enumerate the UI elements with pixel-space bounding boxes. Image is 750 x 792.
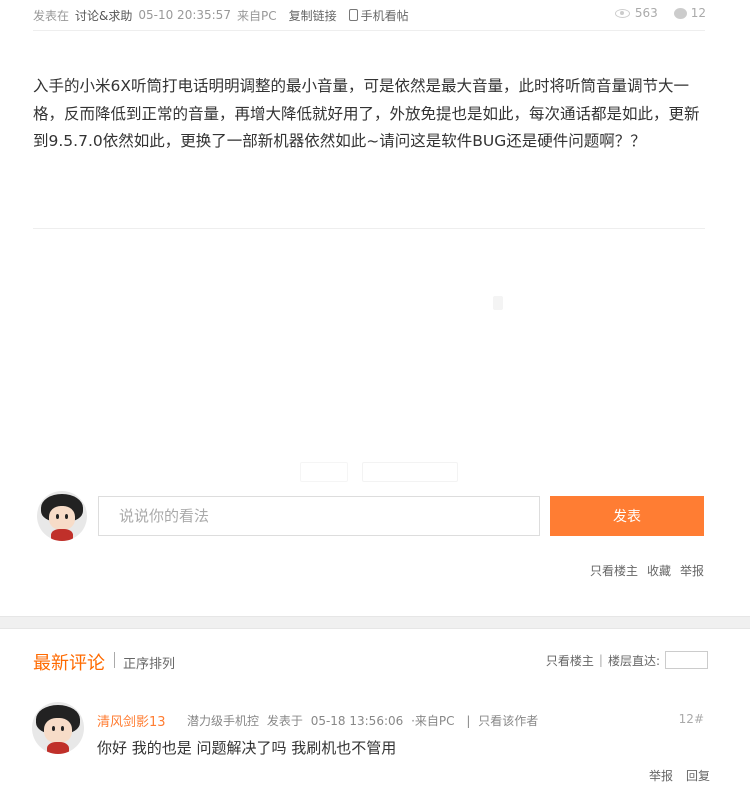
forum-link[interactable]: 讨论&求助: [75, 7, 132, 24]
only-op-filter[interactable]: 只看楼主: [546, 652, 594, 669]
copy-link-button[interactable]: 复制链接: [289, 7, 337, 24]
comments-title: 最新评论: [33, 653, 105, 674]
only-op-link[interactable]: 只看楼主: [590, 562, 638, 579]
comment-source: ·来自PC: [411, 714, 455, 728]
reply-count: 12: [690, 6, 706, 20]
post-meta: 发表在 讨论&求助 05-10 20:35:57 来自PC 复制链接 手机看帖: [33, 6, 415, 24]
title-separator: [114, 652, 115, 668]
mobile-view-link[interactable]: 手机看帖: [348, 7, 409, 24]
posted-label: 发表于: [266, 714, 303, 728]
floor-jump-input[interactable]: [665, 651, 708, 669]
comments-section: 最新评论 正序排列 只看楼主 | 楼层直达: 清风剑影13 潜力级手机控 发表于…: [0, 628, 750, 792]
faint-artifact: [493, 296, 503, 310]
current-user-avatar: [37, 491, 87, 541]
comment-bubble-icon: [673, 7, 687, 19]
phone-icon: [348, 8, 358, 21]
comment-text: 你好 我的也是 问题解决了吗 我刷机也不管用: [97, 739, 397, 757]
faint-artifact: [362, 462, 458, 482]
commenter-level: 潜力级手机控: [187, 714, 260, 728]
post-body: 入手的小米6X听筒打电话明明调整的最小音量，可是依然是最大音量，此时将听筒音量调…: [33, 77, 700, 150]
comment-reply-link[interactable]: 回复: [686, 767, 710, 784]
post-stats: 563 12: [614, 6, 706, 20]
comment-input[interactable]: [98, 496, 540, 536]
posted-in-label: 发表在: [33, 8, 70, 23]
view-count: 563: [634, 6, 658, 20]
comment-report-link[interactable]: 举报: [649, 767, 673, 784]
divider: [33, 228, 705, 229]
sort-order-link[interactable]: 正序排列: [123, 653, 175, 672]
separator: |: [466, 714, 471, 728]
comment-floor-number: 12#: [678, 712, 704, 726]
report-link[interactable]: 举报: [680, 562, 704, 579]
separator: |: [598, 653, 603, 667]
comment-datetime: 05-18 13:56:06: [310, 714, 404, 728]
comment-actions: 举报 回复: [636, 767, 710, 784]
post-card: 发表在 讨论&求助 05-10 20:35:57 来自PC 复制链接 手机看帖 …: [0, 0, 750, 617]
comment-meta: 潜力级手机控 发表于 05-18 13:56:06 ·来自PC | 只看该作者: [187, 712, 542, 729]
post-datetime: 05-10 20:35:57: [138, 8, 231, 22]
commenter-username[interactable]: 清风剑影13: [97, 711, 166, 730]
mobile-view-label: 手机看帖: [360, 8, 409, 23]
comments-tools: 只看楼主 | 楼层直达:: [546, 651, 708, 669]
eye-icon: [614, 8, 630, 18]
submit-comment-button[interactable]: 发表: [550, 496, 704, 536]
favorite-link[interactable]: 收藏: [647, 562, 671, 579]
divider: [33, 30, 705, 31]
post-source: 来自PC: [236, 8, 277, 23]
floor-jump-label: 楼层直达:: [607, 653, 660, 668]
faint-artifact: [300, 462, 348, 482]
commenter-avatar[interactable]: [32, 702, 84, 754]
post-actions: 只看楼主 收藏 举报: [581, 562, 704, 579]
only-author-link[interactable]: 只看该作者: [478, 714, 538, 728]
